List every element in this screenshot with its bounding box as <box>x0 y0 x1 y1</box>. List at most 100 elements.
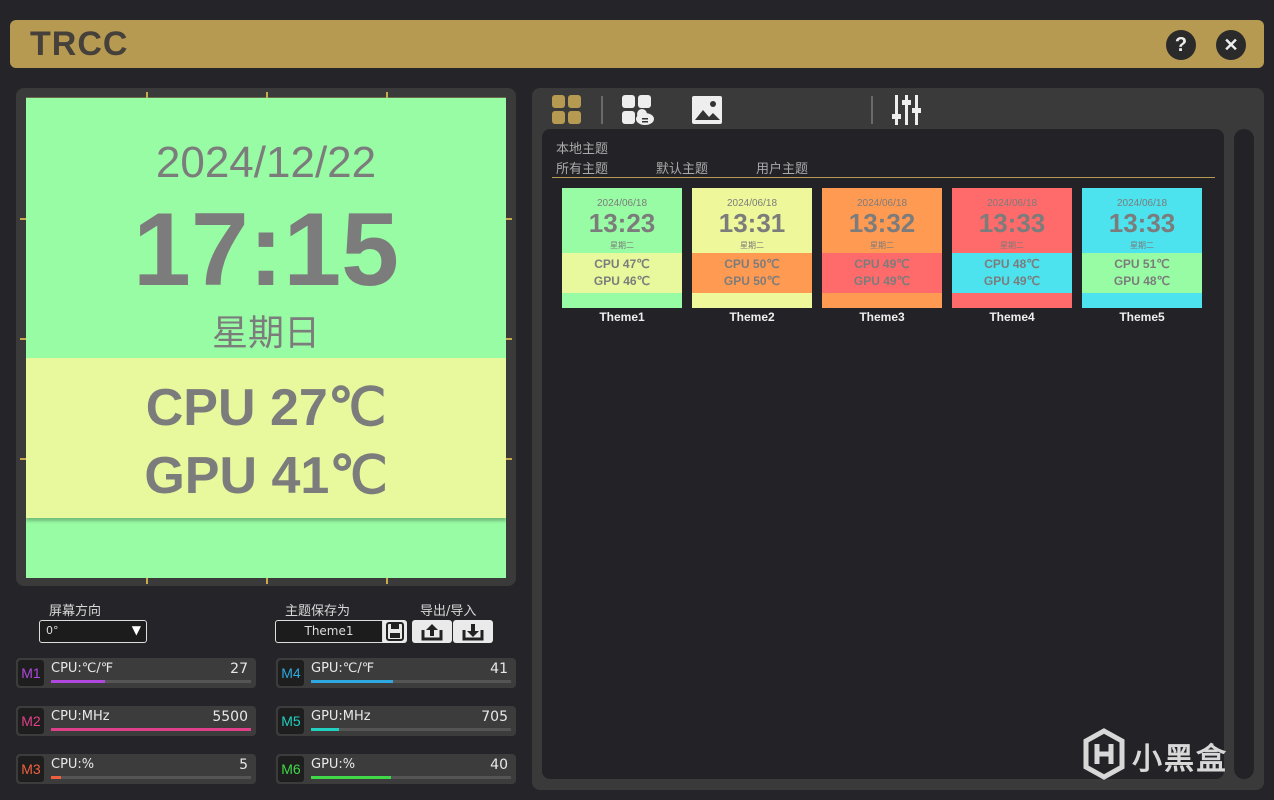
help-button[interactable]: ? <box>1166 30 1196 60</box>
save-theme-button[interactable] <box>383 620 407 643</box>
theme-thumbnail[interactable]: 2024/06/18 13:32 星期二 CPU 49℃ GPU 49℃ <box>822 188 942 308</box>
preview-date: 2024/12/22 <box>155 138 377 187</box>
monitor-row-m5[interactable]: M5 GPU:MHz 705 <box>276 706 516 736</box>
tab-all-themes[interactable]: 所有主题 <box>556 158 608 177</box>
theme-weekday: 星期二 <box>1130 241 1154 250</box>
monitor-tag: M1 <box>18 660 44 686</box>
cloud-themes-tool[interactable] <box>621 94 654 126</box>
title-bar: TRCC ? ✕ <box>10 20 1264 68</box>
theme-time: 13:23 <box>588 208 656 238</box>
toolbar-divider <box>871 96 873 124</box>
ruler-tick <box>506 458 512 460</box>
cloud-grid-icon <box>622 95 654 125</box>
xiaoheihe-logo-icon <box>1083 728 1125 780</box>
preview-cpu-temp: CPU 27℃ <box>145 379 387 437</box>
theme-name[interactable]: Theme5 <box>1082 310 1202 324</box>
close-button[interactable]: ✕ <box>1216 30 1246 60</box>
theme-weekday: 星期二 <box>740 241 764 250</box>
tab-underline <box>552 177 1215 178</box>
theme-cpu: CPU 51℃ <box>1114 257 1170 271</box>
save-as-label: 主题保存为 <box>285 604 351 619</box>
tab-user-themes[interactable]: 用户主题 <box>756 158 808 177</box>
theme-time: 13:31 <box>718 208 786 238</box>
theme-stats-block: CPU 51℃ GPU 48℃ <box>1082 253 1202 293</box>
theme-cpu: CPU 47℃ <box>594 257 650 271</box>
theme-thumbnail[interactable]: 2024/06/18 13:31 星期二 CPU 50℃ GPU 50℃ <box>692 188 812 308</box>
ruler-tick <box>506 338 512 340</box>
chevron-down-icon: ▼ <box>131 623 141 637</box>
monitor-bar-fill <box>51 680 105 683</box>
preview-weekday: 星期日 <box>211 313 320 354</box>
theme-name[interactable]: Theme3 <box>822 310 942 324</box>
theme-time: 13:33 <box>978 208 1046 238</box>
monitor-value: 40 <box>490 757 508 773</box>
monitor-bar-fill <box>311 776 391 779</box>
theme-name-input[interactable]: Theme1 <box>275 620 383 643</box>
monitor-bar-track <box>51 680 251 683</box>
monitor-label: CPU:MHz <box>51 709 110 724</box>
theme-time: 13:33 <box>1108 208 1176 238</box>
monitor-bar-fill <box>51 728 251 731</box>
monitor-bar-track <box>51 776 251 779</box>
import-button[interactable] <box>453 620 493 643</box>
ruler-bottom <box>26 578 506 584</box>
ruler-tick <box>266 578 268 584</box>
local-themes-title: 本地主题 <box>556 142 609 157</box>
monitor-value: 5500 <box>212 709 248 725</box>
monitor-value: 5 <box>239 757 248 773</box>
export-import-label: 导出/导入 <box>420 604 477 619</box>
monitor-row-m6[interactable]: M6 GPU:% 40 <box>276 754 516 784</box>
lcd-preview-screen[interactable]: 2024/12/22 17:15 星期日 CPU 27℃ GPU 41℃ <box>26 98 506 578</box>
image-tool[interactable] <box>691 94 723 126</box>
local-themes-tool[interactable] <box>551 94 583 126</box>
theme-cpu: CPU 49℃ <box>854 257 910 271</box>
settings-tool[interactable] <box>891 94 923 126</box>
orientation-label: 屏幕方向 <box>49 604 102 619</box>
app-title: TRCC <box>30 25 129 63</box>
monitor-tag: M3 <box>18 756 44 782</box>
theme-stats-block: CPU 48℃ GPU 49℃ <box>952 253 1072 293</box>
monitor-row-m4[interactable]: M4 GPU:℃/℉ 41 <box>276 658 516 688</box>
preview-stats-block: CPU 27℃ GPU 41℃ <box>26 358 506 518</box>
gallery-scrollbar[interactable] <box>1234 129 1254 779</box>
toolbar-divider <box>601 96 603 124</box>
theme-thumbnail[interactable]: 2024/06/18 13:33 星期二 CPU 48℃ GPU 49℃ <box>952 188 1072 308</box>
export-button[interactable] <box>412 620 452 643</box>
theme-thumbnail[interactable]: 2024/06/18 13:23 星期二 CPU 47℃ GPU 46℃ <box>562 188 682 308</box>
monitor-bar-fill <box>311 680 393 683</box>
orientation-select[interactable]: 0° ▼ <box>39 620 147 643</box>
theme-gpu: GPU 50℃ <box>723 274 781 288</box>
theme-weekday: 星期二 <box>870 241 894 250</box>
monitor-bar-track <box>311 728 511 731</box>
monitor-row-m1[interactable]: M1 CPU:℃/℉ 27 <box>16 658 256 688</box>
import-icon <box>462 624 484 641</box>
ruler-tick <box>386 578 388 584</box>
theme-weekday: 星期二 <box>1000 241 1024 250</box>
theme-time: 13:32 <box>848 208 916 238</box>
theme-stats-block: CPU 49℃ GPU 49℃ <box>822 253 942 293</box>
theme-gpu: GPU 48℃ <box>1113 274 1171 288</box>
save-icon <box>386 622 404 641</box>
theme-thumbnail[interactable]: 2024/06/18 13:33 星期二 CPU 51℃ GPU 48℃ <box>1082 188 1202 308</box>
theme-cpu: CPU 48℃ <box>984 257 1040 271</box>
theme-name[interactable]: Theme2 <box>692 310 812 324</box>
preview-gpu-temp: GPU 41℃ <box>144 447 388 505</box>
preview-time: 17:15 <box>133 192 399 308</box>
monitor-row-m3[interactable]: M3 CPU:% 5 <box>16 754 256 784</box>
monitor-value: 27 <box>230 661 248 677</box>
theme-stats-block: CPU 50℃ GPU 50℃ <box>692 253 812 293</box>
tab-default-themes[interactable]: 默认主题 <box>656 158 708 177</box>
monitor-tag: M4 <box>278 660 304 686</box>
theme-name[interactable]: Theme4 <box>952 310 1072 324</box>
theme-name[interactable]: Theme1 <box>562 310 682 324</box>
export-icon <box>421 624 443 641</box>
monitor-row-m2[interactable]: M2 CPU:MHz 5500 <box>16 706 256 736</box>
image-icon <box>692 96 722 124</box>
monitor-label: GPU:MHz <box>311 709 371 724</box>
ruler-right <box>506 98 512 578</box>
watermark: 小黑盒 <box>1082 728 1242 780</box>
theme-weekday: 星期二 <box>610 241 634 250</box>
monitor-tag: M2 <box>18 708 44 734</box>
monitor-tag: M5 <box>278 708 304 734</box>
theme-cpu: CPU 50℃ <box>724 257 780 271</box>
